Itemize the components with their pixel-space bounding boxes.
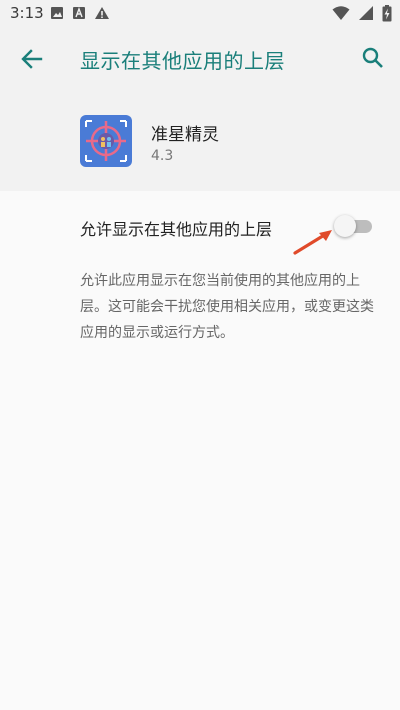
app-header: 显示在其他应用的上层 准星精灵 4.3 <box>0 26 400 191</box>
arrow-left-icon <box>21 49 43 69</box>
app-icon <box>80 115 132 167</box>
status-bar: 3:13 <box>0 0 400 26</box>
app-name: 准星精灵 <box>151 125 219 145</box>
status-system-icons <box>332 4 392 22</box>
a-box-icon <box>73 7 85 19</box>
battery-charging-icon <box>382 4 392 21</box>
permission-description: 允许此应用显示在您当前使用的其他应用的上层。这可能会干扰您使用相关应用，或变更这… <box>80 273 374 341</box>
annotation-arrow-icon <box>293 230 332 255</box>
wifi-icon <box>332 6 350 20</box>
search-button[interactable] <box>358 42 388 74</box>
cellular-signal-icon <box>359 6 373 20</box>
status-time: 3:13 <box>10 4 44 22</box>
page-title: 显示在其他应用的上层 <box>80 49 285 73</box>
permission-toggle-row[interactable]: 允许显示在其他应用的上层 <box>0 191 400 261</box>
image-icon <box>51 7 63 19</box>
warning-icon <box>95 7 109 19</box>
permission-toggle-label: 允许显示在其他应用的上层 <box>80 220 273 239</box>
crosshair-icon <box>85 120 127 162</box>
search-icon <box>362 47 383 68</box>
app-version: 4.3 <box>151 148 174 164</box>
toggle-thumb <box>334 215 356 237</box>
permission-toggle-switch[interactable] <box>334 215 372 237</box>
status-notification-icons <box>50 5 110 21</box>
back-button[interactable] <box>14 44 50 74</box>
